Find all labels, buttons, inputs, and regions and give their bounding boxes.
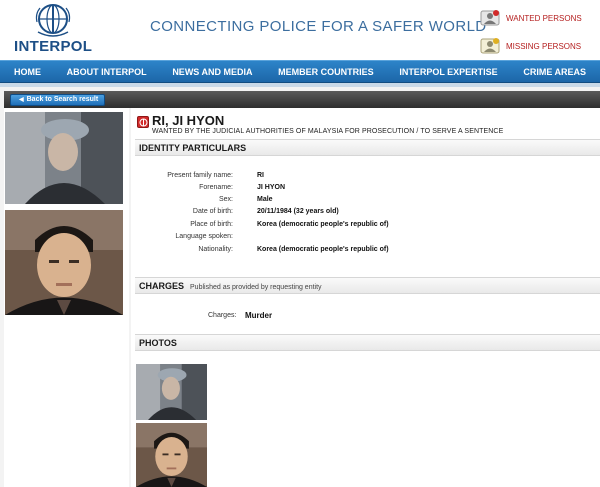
charges-section-header: CHARGES Published as provided by requesti… (135, 277, 600, 294)
back-arrow-icon: ◀ (19, 97, 24, 103)
photo-thumbnail-cctv[interactable] (136, 364, 207, 420)
sex-value: Male (257, 196, 273, 203)
identity-row: Present family name: RI (140, 172, 470, 184)
person-name: RI, JI HYON (152, 113, 225, 128)
wanted-persons-link[interactable]: WANTED PERSONS (480, 6, 590, 30)
charges-title: CHARGES (139, 281, 185, 291)
charges-note: Published as provided by requesting enti… (190, 284, 322, 291)
globe-emblem-icon (35, 4, 71, 37)
suspect-photo-cctv[interactable] (5, 112, 123, 204)
language-spoken-label: Language spoken: (175, 233, 233, 240)
place-of-birth-value: Korea (democratic people's republic of) (257, 221, 389, 228)
identity-row: Forename: JI HYON (140, 184, 470, 196)
wanted-by-text: WANTED BY THE JUDICIAL AUTHORITIES OF MA… (152, 128, 504, 135)
main-nav: HOME ABOUT INTERPOL NEWS AND MEDIA MEMBE… (0, 60, 600, 83)
place-of-birth-label: Place of birth: (190, 221, 233, 228)
identity-section-header: IDENTITY PARTICULARS (135, 139, 600, 156)
identity-section-title: IDENTITY PARTICULARS (139, 143, 247, 153)
wanted-persons-icon (480, 9, 500, 27)
identity-row: Sex: Male (140, 196, 470, 208)
nav-about-interpol[interactable]: ABOUT INTERPOL (67, 61, 147, 82)
nav-interpol-expertise[interactable]: INTERPOL EXPERTISE (399, 61, 497, 82)
forename-label: Forename: (199, 184, 233, 191)
missing-persons-icon (480, 37, 500, 55)
nav-news-and-media[interactable]: NEWS AND MEDIA (172, 61, 252, 82)
nav-home[interactable]: HOME (14, 61, 41, 82)
red-notice-icon (137, 116, 149, 128)
back-to-search-label: Back to Search result (26, 96, 99, 103)
sex-label: Sex: (218, 196, 233, 203)
nationality-label: Nationality: (198, 246, 233, 253)
nav-crime-areas[interactable]: CRIME AREAS (523, 61, 586, 82)
family-name-value: RI (257, 172, 264, 179)
identity-row: Date of birth: 20/11/1984 (32 years old) (140, 208, 470, 220)
identity-row: Nationality: Korea (democratic people's … (140, 246, 470, 258)
charges-value: Murder (245, 311, 273, 320)
photos-section-header: PHOTOS (135, 334, 600, 351)
charges-section-title: CHARGES Published as provided by requesti… (139, 281, 322, 291)
missing-persons-link[interactable]: MISSING PERSONS (480, 34, 590, 58)
suspect-photo-portrait[interactable] (5, 210, 123, 315)
date-of-birth-label: Date of birth: (192, 208, 233, 215)
back-to-search-button[interactable]: ◀ Back to Search result (10, 94, 106, 106)
identity-row: Place of birth: Korea (democratic people… (140, 221, 470, 233)
quick-links: WANTED PERSONS MISSING PERSONS (480, 6, 590, 62)
site-header: INTERPOL CONNECTING POLICE FOR A SAFER W… (0, 0, 600, 60)
missing-persons-label: MISSING PERSONS (506, 41, 582, 51)
identity-row: Language spoken: (140, 233, 470, 245)
interpol-logo[interactable]: INTERPOL (14, 2, 92, 56)
logo-text: INTERPOL (14, 38, 93, 55)
wanted-persons-label: WANTED PERSONS (506, 13, 582, 23)
forename-value: JI HYON (257, 184, 286, 191)
photos-section-title: PHOTOS (139, 338, 177, 348)
family-name-label: Present family name: (167, 172, 233, 179)
nationality-value: Korea (democratic people's republic of) (257, 246, 389, 253)
photo-thumbnail-portrait[interactable] (136, 423, 207, 487)
date-of-birth-value: 20/11/1984 (32 years old) (257, 208, 339, 215)
site-tagline: CONNECTING POLICE FOR A SAFER WORLD (150, 18, 487, 35)
nav-member-countries[interactable]: MEMBER COUNTRIES (278, 61, 374, 82)
charges-label: Charges: (208, 312, 237, 319)
